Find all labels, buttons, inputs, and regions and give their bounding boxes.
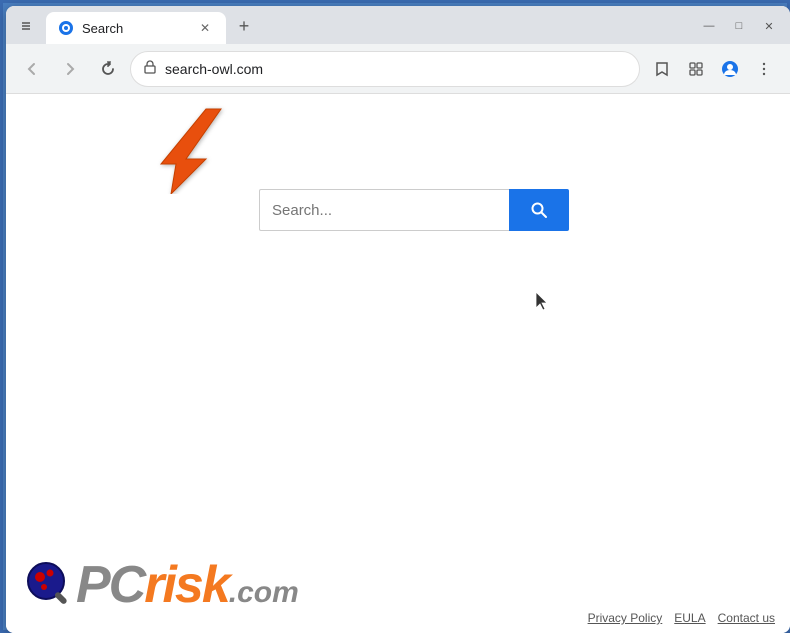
browser-toolbar bbox=[6, 44, 790, 94]
back-button[interactable] bbox=[16, 53, 48, 85]
address-bar[interactable] bbox=[130, 51, 640, 87]
bookmark-button[interactable] bbox=[646, 53, 678, 85]
cursor bbox=[536, 292, 550, 312]
search-widget bbox=[259, 189, 569, 231]
contact-link[interactable]: Contact us bbox=[718, 611, 775, 625]
pcrisk-text-block: PCrisk.com bbox=[76, 555, 299, 615]
tab-left-controls bbox=[14, 14, 38, 44]
search-button[interactable] bbox=[509, 189, 569, 231]
pcrisk-logo: PCrisk.com bbox=[24, 555, 299, 615]
footer-links: Privacy Policy EULA Contact us bbox=[588, 611, 775, 625]
new-tab-button[interactable]: + bbox=[230, 12, 258, 40]
profile-button[interactable] bbox=[714, 53, 746, 85]
pcrisk-risk-text: risk bbox=[144, 556, 229, 614]
extensions-button[interactable] bbox=[680, 53, 712, 85]
search-input[interactable] bbox=[259, 189, 509, 231]
tab-title: Search bbox=[82, 21, 188, 36]
close-button[interactable]: ✕ bbox=[756, 16, 782, 36]
minimize-button[interactable]: — bbox=[696, 16, 722, 36]
forward-button[interactable] bbox=[54, 53, 86, 85]
page-content: PCrisk.com Privacy Policy EULA Contact u… bbox=[6, 94, 790, 633]
active-tab[interactable]: Search ✕ bbox=[46, 12, 226, 44]
privacy-policy-link[interactable]: Privacy Policy bbox=[588, 611, 663, 625]
arrow-annotation bbox=[151, 104, 231, 194]
pcrisk-pc-text: PC bbox=[76, 556, 144, 614]
browser-window: Search ✕ + — □ ✕ bbox=[6, 6, 790, 633]
tab-list-button[interactable] bbox=[14, 14, 38, 38]
menu-button[interactable] bbox=[748, 53, 780, 85]
tab-favicon bbox=[58, 20, 74, 36]
tab-bar: Search ✕ + bbox=[14, 6, 696, 44]
window-controls: — □ ✕ bbox=[696, 16, 782, 44]
tab-close-button[interactable]: ✕ bbox=[196, 19, 214, 37]
pcrisk-domain-text: .com bbox=[229, 576, 299, 609]
toolbar-actions bbox=[646, 53, 780, 85]
reload-button[interactable] bbox=[92, 53, 124, 85]
address-input[interactable] bbox=[165, 61, 627, 77]
maximize-button[interactable]: □ bbox=[726, 16, 752, 36]
title-bar: Search ✕ + — □ ✕ bbox=[6, 6, 790, 44]
pcrisk-magnifier-icon bbox=[24, 559, 76, 611]
eula-link[interactable]: EULA bbox=[674, 611, 705, 625]
address-security-icon bbox=[143, 60, 157, 77]
